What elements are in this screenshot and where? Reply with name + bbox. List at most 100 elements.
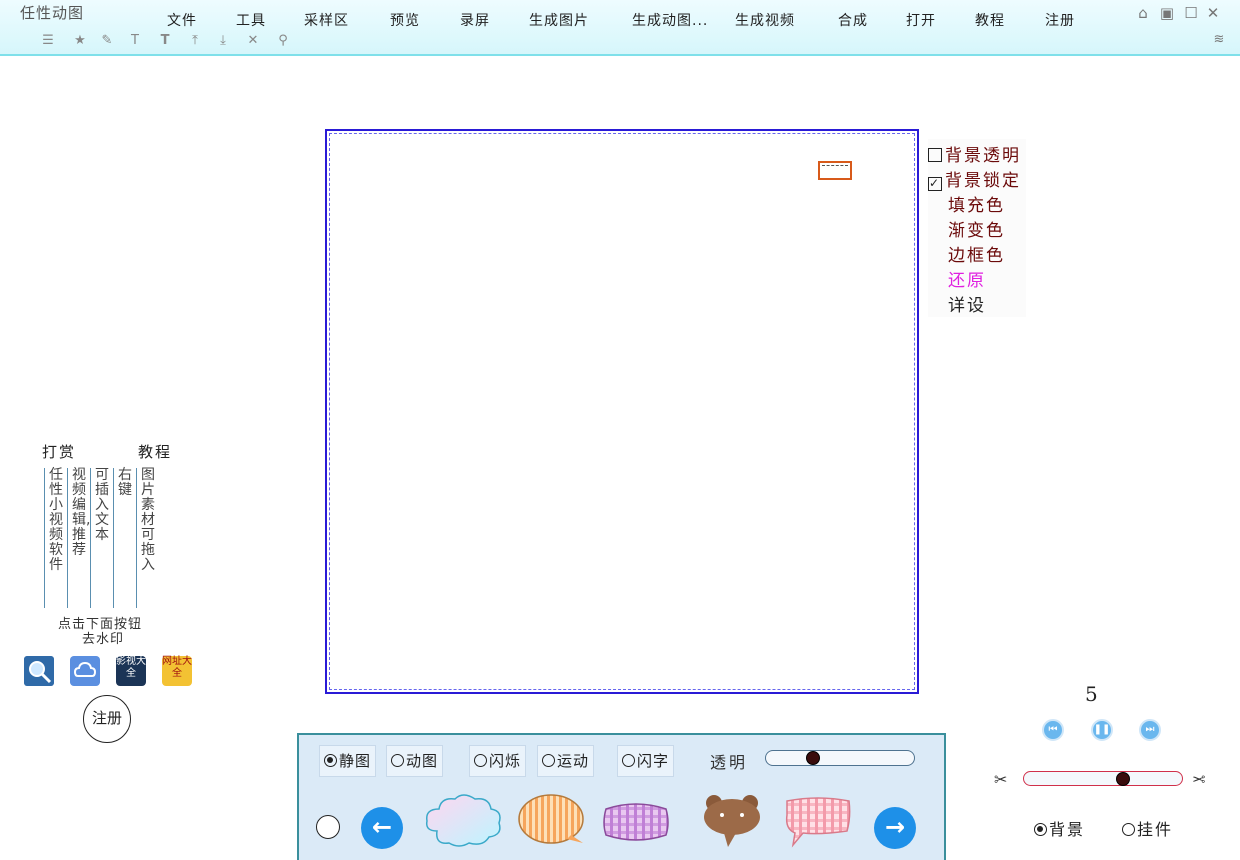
gradient-color-button[interactable]: 渐变色 [948, 216, 1005, 241]
trim-slider[interactable] [1023, 771, 1183, 786]
bg-lock-option[interactable]: ✓ 背景锁定 [928, 166, 1021, 191]
pink-plaid-bubble-sticker[interactable] [783, 795, 853, 853]
motion-radio[interactable] [542, 754, 555, 767]
restore-window-icon[interactable]: ▣ [1158, 4, 1176, 22]
register-button[interactable]: 注册 [83, 695, 131, 743]
close-window-icon[interactable]: ✕ [1204, 4, 1222, 22]
star-icon[interactable]: ★ [72, 33, 88, 49]
menu-generate-image[interactable]: 生成图片 [529, 10, 589, 30]
drawing-canvas[interactable] [325, 129, 919, 694]
cloud-bubble-sticker[interactable] [423, 791, 503, 853]
video-collection-badge: 影视大全 [116, 656, 146, 679]
rewind-button[interactable]: ⏮ [1042, 719, 1064, 741]
cloud-icon[interactable] [70, 656, 100, 686]
menu-compose[interactable]: 合成 [838, 10, 868, 30]
details-button[interactable]: 详设 [948, 291, 986, 316]
bg-lock-label: 背景锁定 [945, 171, 1021, 191]
menu-file[interactable]: 文件 [167, 10, 197, 30]
background-layer-label: 背景 [1049, 820, 1086, 839]
pause-button[interactable]: ❚❚ [1091, 719, 1113, 741]
transparency-label: 透明 [710, 753, 749, 772]
motion-label: 运动 [557, 752, 590, 770]
static-image-radio[interactable] [324, 754, 337, 767]
align-icon[interactable]: ☰ [40, 33, 56, 49]
animated-image-option[interactable]: 动图 [386, 745, 444, 777]
menu-generate-video[interactable]: 生成视频 [735, 10, 795, 30]
magnifier-icon[interactable] [24, 656, 54, 686]
flash-radio[interactable] [474, 754, 487, 767]
pen-icon[interactable]: ✎ [99, 33, 115, 49]
flash-label: 闪烁 [489, 752, 522, 770]
bg-transparent-checkbox[interactable] [928, 148, 942, 162]
menu-tools[interactable]: 工具 [236, 10, 266, 30]
vertical-text-image-material: 图片素材 可拖入 [136, 468, 156, 608]
fill-color-button[interactable]: 填充色 [948, 191, 1005, 216]
close-icon[interactable]: ✕ [245, 33, 261, 49]
menu-sample-area[interactable]: 采样区 [304, 10, 349, 30]
align-top-icon[interactable]: ⤒ [187, 33, 203, 49]
home-icon[interactable]: ⌂ [1134, 4, 1152, 22]
background-layer-radio[interactable] [1034, 823, 1047, 836]
motion-option[interactable]: 运动 [537, 745, 595, 777]
bg-transparent-label: 背景透明 [945, 146, 1021, 166]
flash-text-label: 闪字 [637, 752, 670, 770]
scissors-right-icon: ✂ [1192, 770, 1206, 789]
restore-button[interactable]: 还原 [948, 266, 986, 291]
widget-layer-label: 挂件 [1137, 820, 1174, 839]
canvas-options-panel: 背景透明 ✓ 背景锁定 填充色 渐变色 边框色 还原 详设 [928, 139, 1026, 317]
website-collection-badge: 网址大全 [162, 656, 192, 679]
layers-icon[interactable]: ≋ [1210, 31, 1228, 49]
tutorial-link[interactable]: 教程 [138, 441, 172, 462]
flash-text-option[interactable]: 闪字 [617, 745, 675, 777]
color-circle-button[interactable] [316, 815, 340, 839]
align-bottom-icon[interactable]: ⤓ [215, 33, 231, 49]
menu-open[interactable]: 打开 [906, 10, 936, 30]
text-rotate-icon[interactable]: T [127, 33, 143, 49]
widget-layer-radio[interactable] [1122, 823, 1135, 836]
widget-layer-option[interactable]: 挂件 [1122, 816, 1173, 840]
flash-text-radio[interactable] [622, 754, 635, 767]
vertical-text-right-click: 右键 [113, 468, 133, 608]
watermark-note-line2: 去水印 [82, 632, 125, 647]
selection-box[interactable] [818, 161, 852, 180]
static-image-option[interactable]: 静图 [319, 745, 377, 777]
website-collection-icon[interactable]: 网址大全 [162, 656, 192, 686]
pin-icon[interactable]: ⚲ [275, 33, 291, 49]
trim-slider-knob[interactable] [1116, 772, 1130, 786]
vertical-text-insert-text: 可插入文本 [90, 468, 110, 608]
video-collection-icon[interactable]: 影视大全 [116, 656, 146, 686]
scissors-left-icon: ✂ [994, 770, 1008, 789]
next-arrow-button[interactable]: → [874, 807, 916, 849]
transparency-slider-knob[interactable] [806, 751, 820, 765]
top-toolbar: 任性动图 文件 工具 采样区 预览 录屏 生成图片 生成动图... 生成视频 合… [0, 0, 1240, 56]
previous-arrow-button[interactable]: ← [361, 807, 403, 849]
maximize-icon[interactable]: ☐ [1182, 4, 1200, 22]
border-color-button[interactable]: 边框色 [948, 241, 1005, 266]
bg-lock-checkbox[interactable]: ✓ [928, 177, 942, 191]
fast-forward-button[interactable]: ⏭ [1139, 719, 1161, 741]
menu-tutorial[interactable]: 教程 [975, 10, 1005, 30]
reward-link[interactable]: 打赏 [42, 441, 76, 462]
selection-box-dashes [822, 165, 848, 168]
element-library-panel: 静图 动图 闪烁 运动 闪字 透明 ← → [297, 733, 946, 860]
vertical-text-small-video-software[interactable]: 任性小视频软件 [44, 468, 64, 608]
striped-bubble-sticker[interactable] [517, 791, 589, 853]
app-title: 任性动图 [20, 4, 85, 22]
text-icon[interactable]: T [157, 33, 173, 49]
canvas-dashed-border [329, 133, 915, 690]
frame-number: 5 [1085, 682, 1098, 706]
transparency-slider[interactable] [765, 750, 915, 766]
background-layer-option[interactable]: 背景 [1034, 816, 1085, 840]
menu-register[interactable]: 注册 [1045, 10, 1075, 30]
vertical-text-video-editing[interactable]: 视频编辑,推荐 [67, 468, 90, 608]
purple-plaid-sticker[interactable] [602, 799, 670, 849]
animated-image-radio[interactable] [391, 754, 404, 767]
static-image-label: 静图 [339, 752, 372, 770]
menu-screen-record[interactable]: 录屏 [460, 10, 490, 30]
menu-generate-gif[interactable]: 生成动图... [632, 10, 708, 30]
flash-option[interactable]: 闪烁 [469, 745, 527, 777]
bg-transparent-option[interactable]: 背景透明 [928, 141, 1021, 166]
bear-bubble-sticker[interactable] [702, 793, 762, 853]
menu-preview[interactable]: 预览 [390, 10, 420, 30]
animated-image-label: 动图 [406, 752, 439, 770]
